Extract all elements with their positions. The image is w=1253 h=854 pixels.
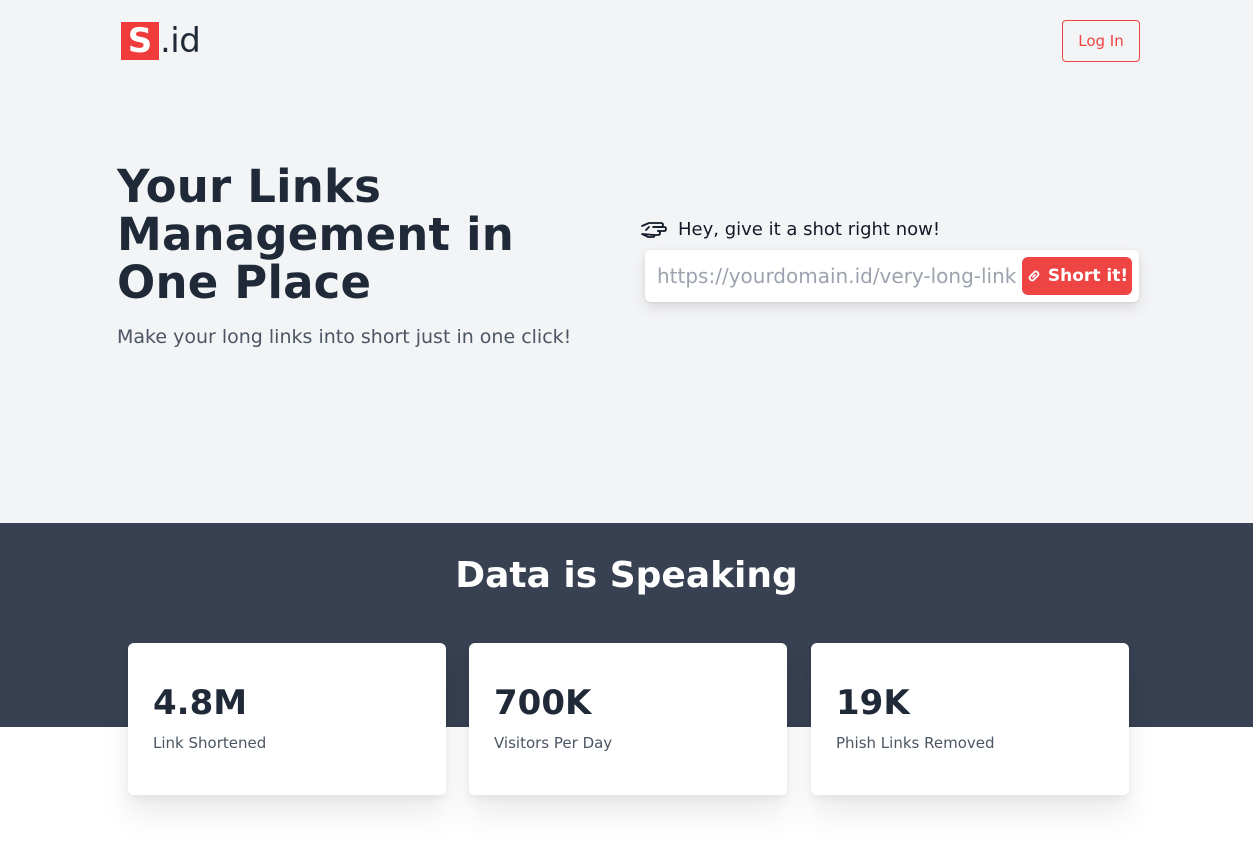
try-prompt-text: Hey, give it a shot right now! <box>678 218 941 240</box>
stat-label: Phish Links Removed <box>836 734 995 752</box>
stat-label: Link Shortened <box>153 734 267 752</box>
login-button[interactable]: Log In <box>1062 20 1140 62</box>
short-it-button[interactable]: Short it! <box>1022 257 1132 295</box>
stat-value: 19K <box>836 683 910 723</box>
stats-title: Data is Speaking <box>455 555 798 596</box>
hero-subline: Make your long links into short just in … <box>117 326 572 348</box>
link-icon <box>1028 270 1040 282</box>
stat-card-visitors: 700K Visitors Per Day <box>469 643 787 795</box>
stat-card-links: 4.8M Link Shortened <box>128 643 446 795</box>
long-url-input[interactable] <box>657 258 1022 294</box>
stat-label: Visitors Per Day <box>494 734 613 752</box>
logo-mark: S <box>121 22 159 60</box>
hero-headline: Your Links Management in One Place <box>117 160 514 309</box>
stat-value: 700K <box>494 683 592 723</box>
stat-value: 4.8M <box>153 683 248 723</box>
pointing-hand-icon <box>641 222 667 238</box>
try-prompt: Hey, give it a shot right now! <box>640 216 940 242</box>
site-logo[interactable]: S .id <box>121 21 201 61</box>
short-it-label: Short it! <box>1047 266 1129 286</box>
logo-text: .id <box>160 21 201 61</box>
shortener-box: Short it! <box>645 250 1139 302</box>
stat-card-phish: 19K Phish Links Removed <box>811 643 1129 795</box>
